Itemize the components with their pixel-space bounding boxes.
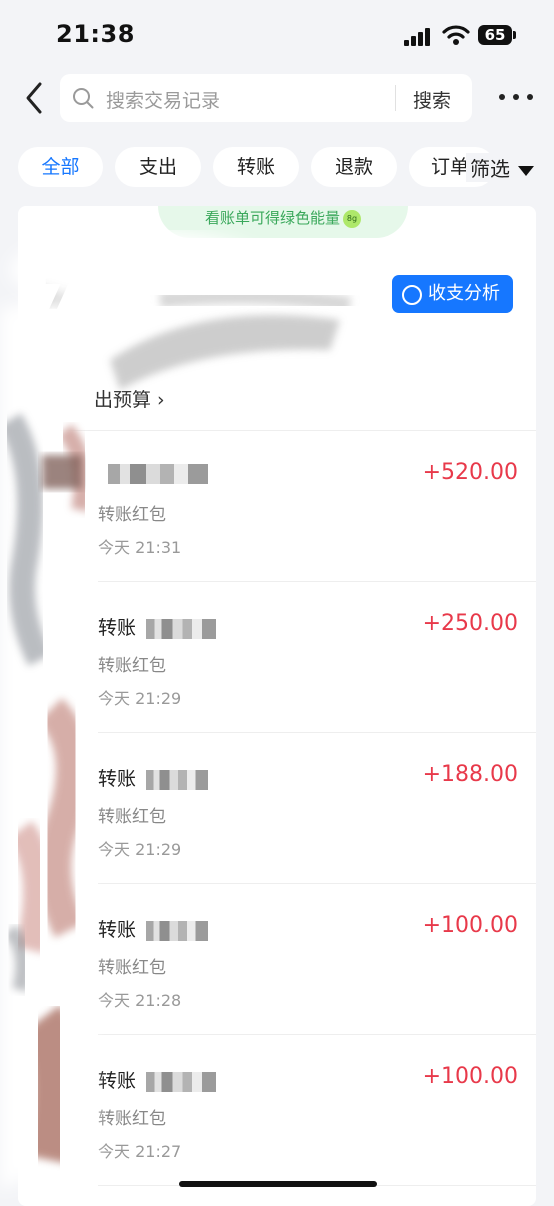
transaction-type: 转账红包 [98, 1109, 166, 1129]
transaction-type: 转账红包 [98, 807, 166, 827]
transaction-type: 转账红包 [98, 505, 166, 525]
filter-button[interactable]: 筛选 [466, 153, 534, 182]
status-time: 21:38 [56, 20, 135, 48]
transaction-name: 转账 [98, 764, 209, 791]
divider [18, 430, 536, 431]
month-title[interactable]: 7 [43, 270, 72, 319]
redacted-name [108, 463, 208, 484]
transaction-time: 今天 21:27 [98, 1142, 182, 1161]
transaction-time: 今天 21:29 [98, 689, 182, 708]
transaction-amount: +520.00 [422, 460, 518, 485]
wifi-icon [442, 25, 470, 45]
chip-expense[interactable]: 支出 [115, 147, 201, 187]
home-indicator [179, 1181, 377, 1187]
transaction-row[interactable]: +520.00 转账红包 今天 21:31 [18, 432, 536, 582]
status-bar: 21:38 65 [0, 0, 554, 70]
chip-all[interactable]: 全部 [18, 147, 103, 187]
bill-card: 看账单可得绿色能量 8g 7 收支分析 出预算 › +520.00 转账红包 今天… [18, 206, 536, 1206]
transaction-name: 转账 [98, 613, 217, 640]
energy-banner-text: 看账单可得绿色能量 [204, 209, 340, 227]
filter-label: 筛选 [470, 157, 510, 181]
transaction-amount: +100.00 [422, 1064, 518, 1089]
transaction-amount: +100.00 [422, 913, 518, 938]
transaction-time: 今天 21:31 [98, 538, 182, 557]
more-icon[interactable] [496, 90, 536, 106]
divider [98, 1034, 536, 1035]
search-button[interactable]: 搜索 [413, 86, 451, 113]
transaction-type: 转账红包 [98, 958, 166, 978]
transaction-row[interactable]: 转账 +250.00 转账红包 今天 21:29 [18, 583, 536, 733]
transaction-time: 今天 21:28 [98, 991, 182, 1010]
divider [98, 732, 536, 733]
chip-refund[interactable]: 退款 [311, 147, 397, 187]
transaction-name: 转账 [98, 1066, 217, 1093]
search-icon [73, 88, 94, 109]
transaction-name: 转账 [98, 915, 209, 942]
transaction-row[interactable]: 转账 +100.00 转账红包 今天 21:27 [18, 1036, 536, 1186]
transaction-name [98, 462, 208, 484]
battery-icon: 65 [478, 25, 516, 45]
back-button[interactable] [20, 80, 52, 116]
transaction-row[interactable]: 转账 +100.00 转账红包 今天 21:28 [18, 885, 536, 1035]
redacted-name [146, 618, 217, 639]
transaction-amount: +188.00 [422, 762, 518, 787]
analysis-icon [402, 285, 422, 305]
signal-icon [404, 28, 432, 46]
search-divider [395, 85, 396, 111]
divider [98, 883, 536, 884]
redacted-name [146, 920, 209, 941]
search-placeholder: 搜索交易记录 [106, 90, 221, 112]
chevron-down-icon [518, 165, 534, 176]
energy-leaf-icon: 8g [343, 209, 361, 228]
chip-transfer[interactable]: 转账 [213, 147, 299, 187]
transaction-type: 转账红包 [98, 656, 166, 676]
redacted-name [146, 769, 209, 790]
search-input[interactable]: 搜索交易记录 搜索 [60, 74, 472, 122]
energy-banner[interactable]: 看账单可得绿色能量 8g [158, 206, 408, 238]
redacted-name [146, 1071, 217, 1092]
transaction-amount: +250.00 [422, 611, 518, 636]
transaction-time: 今天 21:29 [98, 840, 182, 859]
budget-link[interactable]: 出预算 › [94, 385, 165, 412]
transaction-row[interactable]: 转账 +188.00 转账红包 今天 21:29 [18, 734, 536, 884]
divider [98, 581, 536, 582]
analysis-label: 收支分析 [428, 283, 500, 304]
analysis-button[interactable]: 收支分析 [392, 275, 513, 313]
